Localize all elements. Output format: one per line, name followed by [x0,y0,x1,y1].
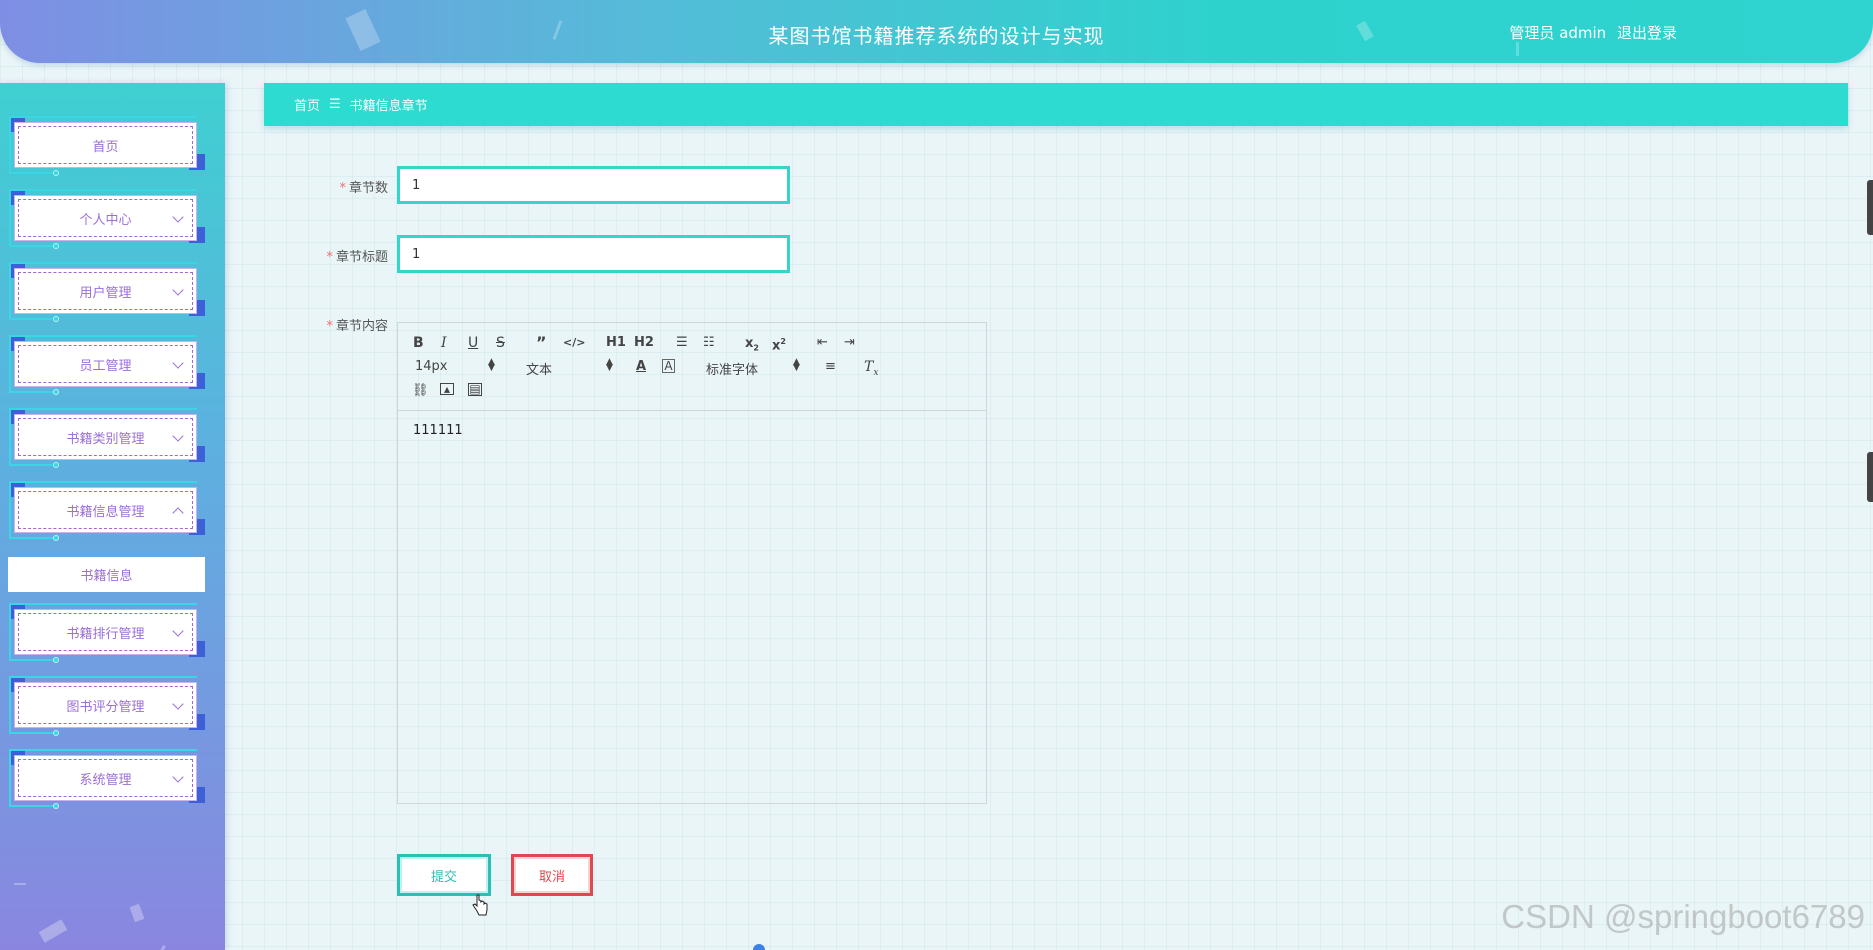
user-area: 管理员 admin 退出登录 [1503,22,1677,43]
chevron-down-icon [172,625,184,637]
chevron-down-icon [172,698,184,710]
chapter-title-input[interactable] [397,235,790,273]
link-icon[interactable]: ⛓ [412,383,429,399]
select-arrows-icon: ▲ ▼ [793,357,800,373]
bullet-list-icon[interactable]: ☷ [703,335,715,351]
breadcrumb-home[interactable]: 首页 [294,95,320,114]
sidebar-item-personal-center[interactable]: 个人中心 [9,189,205,249]
blockquote-icon[interactable]: ” [536,335,547,351]
ordered-list-icon[interactable]: ☰ [676,335,688,351]
heading-2-icon[interactable]: H2 [634,335,654,351]
bold-icon[interactable]: B [413,335,424,351]
italic-icon[interactable]: I [441,335,447,351]
sidebar-item-label: 首页 [92,139,119,155]
required-mark: * [326,250,333,265]
chevron-down-icon [172,771,184,783]
sidebar-item-book-rating-management[interactable]: 图书评分管理 [9,676,205,736]
underline-icon[interactable]: U [468,335,478,351]
sidebar-item-book-category-management[interactable]: 书籍类别管理 [9,408,205,468]
sidebar-decoration [14,883,26,885]
chevron-down-icon [172,211,184,223]
image-icon[interactable]: ▴ [440,383,454,395]
chevron-up-icon [172,507,184,519]
chapter-number-input[interactable] [397,166,790,204]
user-label: 管理员 admin [1509,24,1607,42]
sidebar-item-user-management[interactable]: 用户管理 [9,262,205,322]
submit-button[interactable]: 提交 [397,854,491,896]
breadcrumb-separator-icon: ☰ [329,97,341,112]
align-icon[interactable]: ≡ [825,359,836,375]
strikethrough-icon[interactable]: S [496,335,505,351]
sidebar-item-label: 个人中心 [79,212,132,228]
sidebar-subitem-book-info[interactable]: 书籍信息 [8,557,205,592]
sidebar-item-label: 员工管理 [79,358,132,374]
cancel-button[interactable]: 取消 [511,854,593,896]
sidebar-item-home[interactable]: 首页 [9,116,205,176]
font-size-select[interactable]: 14px ▲ ▼ [415,357,495,375]
sidebar-item-staff-management[interactable]: 员工管理 [9,335,205,395]
sidebar: 首页 个人中心 用户管理 员工管理 书籍类别管理 书籍信息管理 书籍信息 书籍排… [0,83,225,950]
hand-cursor-icon [472,894,488,916]
scroll-indicator[interactable] [753,944,765,950]
sidebar-decoration [38,919,68,943]
sidebar-item-label: 用户管理 [79,285,132,301]
font-family-select[interactable]: 标准字体 ▲ ▼ [706,357,800,379]
code-block-icon[interactable]: </> [563,335,585,351]
edge-tab[interactable] [1867,180,1873,235]
required-mark: * [339,181,346,196]
editor-toolbar: B I U S ” </> H1 H2 ☰ ☷ x2 x2 ⇤ ⇥ 14px ▲… [398,323,986,411]
edge-tab[interactable] [1867,452,1873,502]
subscript-icon[interactable]: x2 [745,336,759,357]
background-color-icon[interactable]: A [662,359,675,373]
indent-icon[interactable]: ⇥ [844,335,855,351]
sidebar-decoration [157,945,166,950]
video-icon[interactable]: ▤ [468,383,482,396]
sidebar-item-label: 书籍排行管理 [66,626,145,642]
required-mark: * [326,319,333,334]
sidebar-item-book-info-management[interactable]: 书籍信息管理 [9,481,205,541]
chapter-title-label: * 章节标题 [326,250,388,265]
select-arrows-icon: ▲ ▼ [606,357,613,373]
sidebar-item-label: 图书评分管理 [66,699,145,715]
clear-format-icon[interactable]: Tx [864,359,878,381]
rich-text-editor: B I U S ” </> H1 H2 ☰ ☷ x2 x2 ⇤ ⇥ 14px ▲… [397,322,987,804]
top-header: 某图书馆书籍推荐系统的设计与实现 管理员 admin 退出登录 [0,0,1873,63]
outdent-icon[interactable]: ⇤ [817,335,828,351]
sidebar-item-label: 系统管理 [79,772,132,788]
breadcrumb-current: 书籍信息章节 [349,99,428,114]
chapter-content-label: * 章节内容 [326,319,388,334]
breadcrumb: 首页 ☰ 书籍信息章节 [264,83,1848,126]
sidebar-item-system-management[interactable]: 系统管理 [9,749,205,809]
sidebar-item-label: 书籍类别管理 [66,431,145,447]
heading-1-icon[interactable]: H1 [606,335,626,351]
chapter-number-label: * 章节数 [339,181,388,196]
sidebar-item-book-ranking-management[interactable]: 书籍排行管理 [9,603,205,663]
select-arrows-icon: ▲ ▼ [488,357,495,373]
chevron-down-icon [172,357,184,369]
watermark: CSDN @springboot6789 [1501,898,1865,935]
logout-link[interactable]: 退出登录 [1617,24,1677,42]
header-type-select[interactable]: 文本 ▲ ▼ [526,357,613,379]
chevron-down-icon [172,430,184,442]
editor-content-area[interactable]: 111111 [398,411,986,803]
superscript-icon[interactable]: x2 [772,334,786,354]
text-color-icon[interactable]: A [636,359,646,375]
sidebar-decoration [129,903,145,923]
chevron-down-icon [172,284,184,296]
sidebar-item-label: 书籍信息管理 [66,504,145,520]
